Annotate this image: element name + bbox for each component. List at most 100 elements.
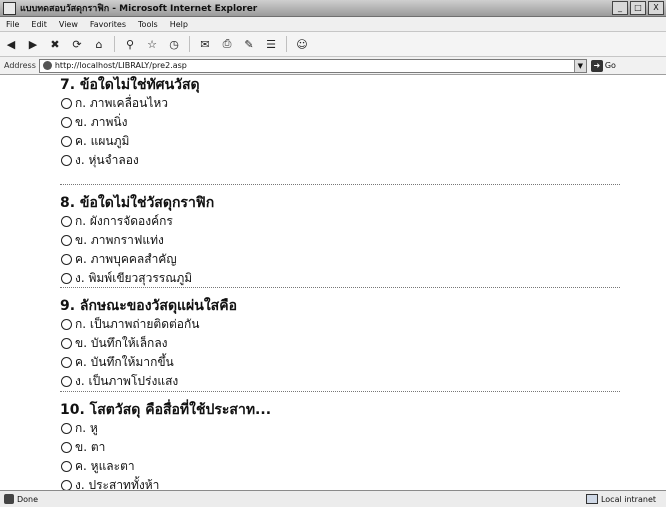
option-label[interactable]: ข. ภาพกราฟแท่ง	[75, 231, 164, 250]
close-button[interactable]: X	[648, 1, 664, 15]
option[interactable]: ก. หู	[60, 419, 620, 438]
address-url[interactable]: http://localhost/LIBRALY/pre2.asp	[55, 61, 187, 70]
option-label[interactable]: ค. บันทึกให้มากขึ้น	[75, 353, 174, 372]
option[interactable]: ค. หูและตา	[60, 457, 620, 476]
intranet-icon	[585, 494, 598, 504]
question-divider	[60, 391, 620, 392]
menu-tools[interactable]: Tools	[132, 20, 164, 29]
page-icon	[42, 61, 52, 70]
radio-button[interactable]	[61, 461, 72, 472]
option-label[interactable]: ข. บันทึกให้เล็กลง	[75, 334, 168, 353]
option[interactable]: ง. พิมพ์เขียวสุวรรณภูมิ	[60, 269, 620, 288]
option-label[interactable]: ง. พิมพ์เขียวสุวรรณภูมิ	[75, 269, 192, 288]
go-button[interactable]: ➜ Go	[590, 59, 616, 72]
favorites-icon[interactable]: ☆	[144, 36, 160, 52]
menu-edit[interactable]: Edit	[25, 20, 53, 29]
radio-button[interactable]	[61, 136, 72, 147]
toolbar: ◀ ▶ ✖ ⟳ ⌂ ⚲ ☆ ◷ ✉ ⎙ ✎ ☰ ☺	[0, 32, 666, 57]
option-label[interactable]: ค. หูและตา	[75, 457, 135, 476]
minimize-button[interactable]: _	[612, 1, 628, 15]
option[interactable]: ง. หุ่นจำลอง	[60, 151, 620, 170]
edit-icon[interactable]: ✎	[241, 36, 257, 52]
option[interactable]: ค. บันทึกให้มากขึ้น	[60, 353, 620, 372]
page-done-icon	[4, 494, 14, 504]
menu-file[interactable]: File	[0, 20, 25, 29]
address-dropdown-icon[interactable]: ▼	[573, 59, 586, 72]
mail-icon[interactable]: ✉	[197, 36, 213, 52]
refresh-icon[interactable]: ⟳	[69, 36, 85, 52]
go-label[interactable]: Go	[605, 61, 616, 70]
maximize-button[interactable]: □	[630, 1, 646, 15]
option[interactable]: ค. ภาพบุคคลสำคัญ	[60, 250, 620, 269]
option[interactable]: ข. ภาพกราฟแท่ง	[60, 231, 620, 250]
security-zone: Local intranet	[585, 494, 656, 504]
browser-window: แบบทดสอบวัสดุกราฟิก - Microsoft Internet…	[0, 0, 666, 507]
option[interactable]: ก. ภาพเคลื่อนไหว	[60, 94, 620, 113]
toolbar-separator	[286, 36, 287, 52]
radio-button[interactable]	[61, 98, 72, 109]
radio-button[interactable]	[61, 235, 72, 246]
option-label[interactable]: ก. หู	[75, 419, 98, 438]
option[interactable]: ง. ประสาททั้งห้า	[60, 476, 620, 490]
menu-help[interactable]: Help	[164, 20, 194, 29]
radio-button[interactable]	[61, 254, 72, 265]
history-icon[interactable]: ◷	[166, 36, 182, 52]
option[interactable]: ง. เป็นภาพโปร่งแสง	[60, 372, 620, 391]
toolbar-separator	[189, 36, 190, 52]
option[interactable]: ข. บันทึกให้เล็กลง	[60, 334, 620, 353]
radio-button[interactable]	[61, 117, 72, 128]
option-label[interactable]: ค. แผนภูมิ	[75, 132, 129, 151]
radio-button[interactable]	[61, 442, 72, 453]
option-label[interactable]: ก. ภาพเคลื่อนไหว	[75, 94, 168, 113]
discuss-icon[interactable]: ☰	[263, 36, 279, 52]
option-label[interactable]: ง. ประสาททั้งห้า	[75, 476, 159, 490]
option[interactable]: ก. ผังการจัดองค์กร	[60, 212, 620, 231]
address-label: Address	[4, 61, 36, 70]
home-icon[interactable]: ⌂	[91, 36, 107, 52]
radio-button[interactable]	[61, 273, 72, 284]
menu-favorites[interactable]: Favorites	[84, 20, 132, 29]
option-label[interactable]: ค. ภาพบุคคลสำคัญ	[75, 250, 177, 269]
radio-button[interactable]	[61, 423, 72, 434]
page-content: 7. ข้อใดไม่ใช่ทัศนวัสดุ ก. ภาพเคลื่อนไหว…	[0, 75, 666, 490]
option-label[interactable]: ก. เป็นภาพถ่ายติดต่อกัน	[75, 315, 199, 334]
radio-button[interactable]	[61, 155, 72, 166]
go-arrow-icon[interactable]: ➜	[590, 59, 603, 72]
radio-button[interactable]	[61, 319, 72, 330]
title-bar: แบบทดสอบวัสดุกราฟิก - Microsoft Internet…	[0, 0, 666, 17]
radio-button[interactable]	[61, 216, 72, 227]
question-title: 8. ข้อใดไม่ใช่วัสดุกราฟิก	[60, 195, 215, 211]
radio-button[interactable]	[61, 480, 72, 490]
radio-button[interactable]	[61, 338, 72, 349]
address-bar: Address http://localhost/LIBRALY/pre2.as…	[0, 57, 666, 75]
option[interactable]: ก. เป็นภาพถ่ายติดต่อกัน	[60, 315, 620, 334]
messenger-icon[interactable]: ☺	[294, 36, 310, 52]
radio-button[interactable]	[61, 376, 72, 387]
question-title: 9. ลักษณะของวัสดุแผ่นใสคือ	[60, 298, 237, 314]
back-icon[interactable]: ◀	[3, 36, 19, 52]
option-label[interactable]: ง. เป็นภาพโปร่งแสง	[75, 372, 178, 391]
print-icon[interactable]: ⎙	[219, 36, 235, 52]
option[interactable]: ข. ภาพนิ่ง	[60, 113, 620, 132]
radio-button[interactable]	[61, 357, 72, 368]
question-9: 9. ลักษณะของวัสดุแผ่นใสคือ ก. เป็นภาพถ่า…	[60, 297, 620, 391]
stop-icon[interactable]: ✖	[47, 36, 63, 52]
option-label[interactable]: ง. หุ่นจำลอง	[75, 151, 139, 170]
question-10: 10. โสตวัสดุ คือสื่อที่ใช้ประสาท... ก. ห…	[60, 401, 620, 490]
search-icon[interactable]: ⚲	[122, 36, 138, 52]
menu-bar: File Edit View Favorites Tools Help	[0, 17, 666, 32]
toolbar-separator	[114, 36, 115, 52]
forward-icon[interactable]: ▶	[25, 36, 41, 52]
option-label[interactable]: ก. ผังการจัดองค์กร	[75, 212, 173, 231]
menu-view[interactable]: View	[53, 20, 84, 29]
question-divider	[60, 287, 620, 288]
zone-label: Local intranet	[600, 494, 656, 504]
address-input[interactable]: http://localhost/LIBRALY/pre2.asp ▼	[38, 58, 587, 73]
window-title: แบบทดสอบวัสดุกราฟิก - Microsoft Internet…	[20, 4, 258, 14]
option-label[interactable]: ข. ภาพนิ่ง	[75, 113, 127, 132]
option[interactable]: ค. แผนภูมิ	[60, 132, 620, 151]
option[interactable]: ข. ตา	[60, 438, 620, 457]
option-label[interactable]: ข. ตา	[75, 438, 105, 457]
window-controls: _ □ X	[612, 1, 664, 15]
question-7: 7. ข้อใดไม่ใช่ทัศนวัสดุ ก. ภาพเคลื่อนไหว…	[60, 76, 620, 170]
